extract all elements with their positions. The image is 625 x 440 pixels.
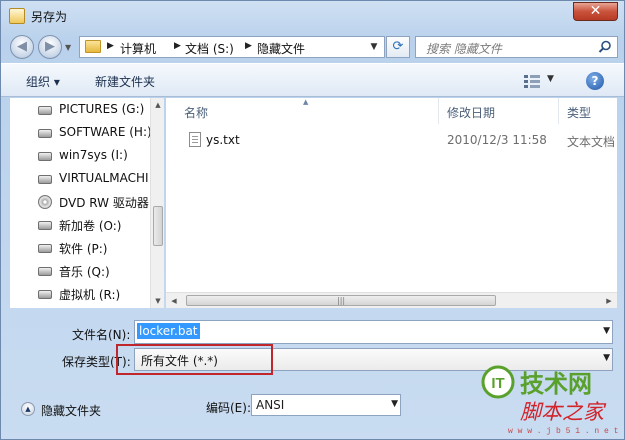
chevron-down-icon[interactable]: ▼ <box>603 326 610 336</box>
nav-item-new-volume[interactable]: 新加卷 (O:) <box>10 214 150 236</box>
nav-item-label: SOFTWARE (H:) <box>59 125 150 139</box>
drive-icon <box>38 129 52 138</box>
watermark-brand: 技术网 <box>520 370 592 398</box>
column-header-type[interactable]: 类型 <box>559 98 617 124</box>
view-options-icon[interactable] <box>523 74 541 88</box>
folder-icon <box>85 40 101 53</box>
encoding-select[interactable]: ANSI ▼ <box>251 394 401 416</box>
breadcrumb-computer[interactable]: 计算机 <box>120 40 156 57</box>
refresh-button[interactable]: ⟳ <box>386 36 410 58</box>
nav-item-dvd-drive[interactable]: DVD RW 驱动器 <box>10 191 150 213</box>
title-bar: 另存为 ✕ <box>1 1 624 31</box>
filename-value: locker.bat <box>137 323 200 339</box>
column-header-label: 名称 <box>184 106 209 120</box>
scroll-up-arrow-icon[interactable]: ▲ <box>151 98 165 112</box>
column-header-label: 类型 <box>567 106 592 120</box>
close-icon: ✕ <box>589 3 602 19</box>
nav-item-virtual-machine[interactable]: 虚拟机 (R:) <box>10 283 150 305</box>
watermark-logo: IT 技术网 脚本之家 w w w . j b 5 1 . n e t <box>481 365 618 436</box>
nav-item-pictures[interactable]: PICTURES (G:) <box>10 99 150 121</box>
chevron-down-icon[interactable]: ▼ <box>391 399 398 409</box>
column-header-name[interactable]: 名称 <box>166 98 439 124</box>
nav-item-label: 音乐 (Q:) <box>59 265 110 279</box>
nav-item-software-p[interactable]: 软件 (P:) <box>10 237 150 259</box>
close-button[interactable]: ✕ <box>573 2 618 21</box>
notepad-icon <box>9 8 25 24</box>
window-title: 另存为 <box>31 10 68 24</box>
organize-button[interactable]: 组织 ▾ <box>26 73 60 90</box>
navigation-bar: ◀ ▶ ▼ ▶ 计算机 ▶ 文档 (S:) ▶ 隐藏文件 ▼ ⟳ 搜索 隐藏文件 <box>1 31 624 61</box>
nav-item-label: 虚拟机 (R:) <box>59 288 121 302</box>
watermark-sub: 脚本之家 <box>520 400 607 424</box>
chevron-right-icon[interactable]: ▶ <box>245 41 252 51</box>
hide-folders-label: 隐藏文件夹 <box>41 404 102 418</box>
command-bar: 组织 ▾ 新建文件夹 ▼ ? <box>1 63 624 97</box>
file-list: ▲ 名称 修改日期 类型 ys.txt 2010/12/3 11:58 文本文档 <box>166 98 617 308</box>
breadcrumb-hidden-files[interactable]: 隐藏文件 <box>257 40 305 57</box>
dvd-drive-icon <box>38 195 52 209</box>
drive-icon <box>38 106 52 115</box>
file-list-scrollbar[interactable]: ◀ ||| ▶ <box>166 292 617 308</box>
chevron-up-icon: ▲ <box>21 402 35 416</box>
chevron-right-icon[interactable]: ▶ <box>174 41 181 51</box>
watermark-logo-text: IT <box>491 375 504 392</box>
watermark: IT 技术网 脚本之家 w w w . j b 5 1 . n e t <box>480 363 622 437</box>
nav-item-virtualmachine[interactable]: VIRTUALMACHI <box>10 168 150 190</box>
forward-arrow-icon: ▶ <box>45 39 55 54</box>
grip-icon: ||| <box>337 296 346 305</box>
encoding-value: ANSI <box>256 398 285 412</box>
refresh-icon: ⟳ <box>392 39 404 54</box>
address-dropdown[interactable]: ▼ <box>366 38 382 56</box>
back-arrow-icon: ◀ <box>17 39 27 54</box>
drive-icon <box>38 267 52 276</box>
nav-item-label: VIRTUALMACHI <box>59 171 149 185</box>
recent-locations-dropdown[interactable]: ▼ <box>65 43 71 52</box>
nav-item-label: DVD RW 驱动器 <box>59 196 149 210</box>
save-as-dialog: 另存为 ✕ ◀ ▶ ▼ ▶ 计算机 ▶ 文档 (S:) ▶ 隐藏文件 ▼ ⟳ 搜… <box>0 0 625 440</box>
encoding-label: 编码(E): <box>206 401 251 415</box>
nav-item-label: 新加卷 (O:) <box>59 219 122 233</box>
highlight-annotation <box>116 344 273 375</box>
scroll-right-arrow-icon[interactable]: ▶ <box>601 294 617 308</box>
nav-item-software[interactable]: SOFTWARE (H:) <box>10 122 150 144</box>
file-type: 文本文档 <box>567 135 616 149</box>
forward-button[interactable]: ▶ <box>38 35 62 59</box>
search-input[interactable]: 搜索 隐藏文件 <box>415 36 618 58</box>
drive-icon <box>38 290 52 299</box>
drive-icon <box>38 244 52 253</box>
address-bar[interactable]: ▶ 计算机 ▶ 文档 (S:) ▶ 隐藏文件 ▼ <box>79 36 385 58</box>
filename-label: 文件名(N): <box>72 328 131 342</box>
nav-item-music[interactable]: 音乐 (Q:) <box>10 260 150 282</box>
scrollbar-thumb[interactable]: ||| <box>186 295 496 306</box>
back-button[interactable]: ◀ <box>10 35 34 59</box>
scroll-left-arrow-icon[interactable]: ◀ <box>166 294 182 308</box>
drive-icon <box>38 175 52 184</box>
drive-icon <box>38 152 52 161</box>
breadcrumb-documents[interactable]: 文档 (S:) <box>185 40 234 57</box>
scroll-down-arrow-icon[interactable]: ▼ <box>151 294 165 308</box>
chevron-right-icon[interactable]: ▶ <box>107 41 114 51</box>
drive-icon <box>38 221 52 230</box>
column-header-date[interactable]: 修改日期 <box>439 98 559 124</box>
nav-pane-scrollbar[interactable]: ▲ ▼ <box>150 98 164 308</box>
view-dropdown[interactable]: ▼ <box>547 74 554 84</box>
watermark-url: w w w . j b 5 1 . n e t <box>508 427 618 436</box>
new-folder-button[interactable]: 新建文件夹 <box>95 73 155 90</box>
chevron-down-icon[interactable]: ▼ <box>603 353 610 363</box>
search-placeholder: 搜索 隐藏文件 <box>426 42 502 56</box>
scrollbar-thumb[interactable] <box>153 206 163 246</box>
navigation-pane: PICTURES (G:) SOFTWARE (H:) win7sys (I:)… <box>10 98 164 308</box>
file-name: ys.txt <box>206 133 240 147</box>
column-header-label: 修改日期 <box>447 106 496 120</box>
nav-item-win7sys[interactable]: win7sys (I:) <box>10 145 150 167</box>
nav-item-label: PICTURES (G:) <box>59 102 145 116</box>
table-row[interactable]: ys.txt 2010/12/3 11:58 文本文档 <box>166 128 617 152</box>
text-file-icon <box>189 132 201 147</box>
search-icon <box>598 40 611 53</box>
nav-item-label: 软件 (P:) <box>59 242 108 256</box>
nav-item-label: win7sys (I:) <box>59 148 128 162</box>
help-icon[interactable]: ? <box>586 72 604 90</box>
file-date: 2010/12/3 11:58 <box>447 133 547 147</box>
filename-field[interactable]: locker.bat ▼ <box>134 320 613 344</box>
